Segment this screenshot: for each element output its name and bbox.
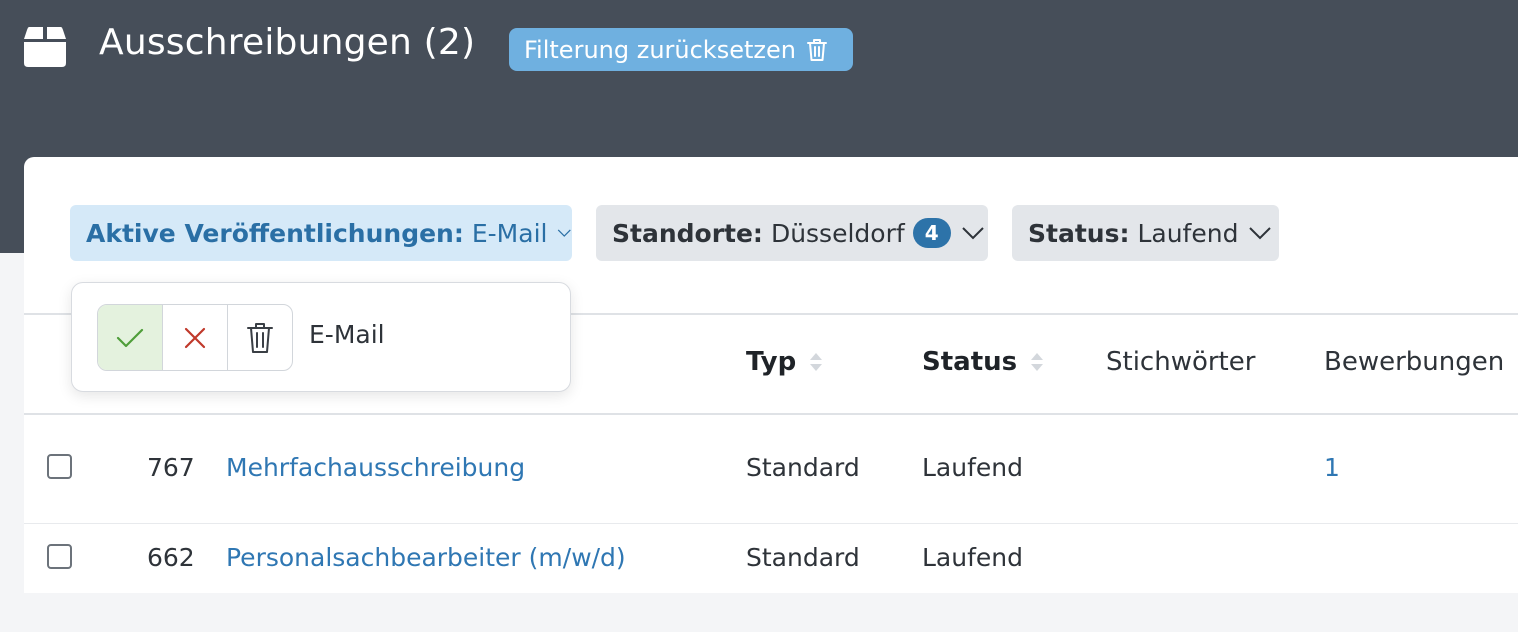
filter-value: Laufend	[1137, 218, 1239, 248]
column-header-status[interactable]: Status	[922, 347, 1045, 377]
filter-locations[interactable]: Standorte: Düsseldorf 4	[596, 205, 988, 261]
chevron-down-icon	[961, 227, 984, 240]
trash-icon	[806, 38, 827, 61]
reset-filter-label: Filterung zurücksetzen	[524, 35, 796, 64]
sort-icon	[1031, 353, 1044, 371]
column-header-label: Typ	[746, 347, 797, 377]
reset-filter-button[interactable]: Filterung zurücksetzen	[509, 28, 853, 71]
column-header-label: Status	[922, 347, 1018, 377]
row-status: Laufend	[922, 543, 1023, 572]
row-applications-link[interactable]: 1	[1324, 453, 1340, 482]
row-id: 767	[147, 453, 195, 482]
filter-label: Status:	[1028, 218, 1130, 248]
filter-popover: E-Mail	[71, 282, 571, 392]
filter-active-publications[interactable]: Aktive Veröffentlichungen: E-Mail	[70, 205, 572, 261]
chevron-down-icon	[1249, 227, 1272, 240]
row-title-link[interactable]: Mehrfachausschreibung	[226, 453, 525, 482]
sort-icon	[810, 353, 823, 371]
filter-value: E-Mail	[471, 218, 548, 248]
exclude-button[interactable]	[163, 305, 228, 370]
filter-label: Aktive Veröffentlichungen:	[86, 218, 464, 248]
column-header-label: Bewerbungen	[1324, 347, 1505, 377]
row-checkbox[interactable]	[47, 544, 72, 569]
count-badge: 4	[912, 218, 951, 248]
row-typ: Standard	[746, 543, 860, 572]
column-header-bewerbungen: Bewerbungen	[1324, 347, 1504, 377]
column-header-stichwoerter: Stichwörter	[1106, 347, 1255, 377]
row-title-link[interactable]: Personalsachbearbeiter (m/w/d)	[226, 543, 626, 572]
row-status: Laufend	[922, 453, 1023, 482]
chevron-down-icon	[558, 229, 572, 237]
page-title: Ausschreibungen (2)	[99, 22, 476, 63]
row-id: 662	[147, 543, 195, 572]
filter-mode-button-group	[97, 304, 293, 371]
table-header-divider	[24, 413, 1518, 415]
filter-status[interactable]: Status: Laufend	[1012, 205, 1279, 261]
filter-value: Düsseldorf	[770, 218, 905, 248]
box-icon	[24, 27, 66, 67]
row-divider	[24, 523, 1518, 524]
popover-option-label: E-Mail	[309, 320, 385, 349]
row-checkbox[interactable]	[47, 454, 72, 479]
include-button[interactable]	[98, 305, 163, 370]
filter-label: Standorte:	[612, 218, 763, 248]
x-icon	[184, 327, 206, 348]
check-icon	[116, 328, 144, 347]
column-header-typ[interactable]: Typ	[746, 347, 824, 377]
remove-button[interactable]	[228, 305, 292, 370]
row-typ: Standard	[746, 453, 860, 482]
column-header-label: Stichwörter	[1106, 347, 1256, 377]
trash-icon	[247, 322, 273, 353]
